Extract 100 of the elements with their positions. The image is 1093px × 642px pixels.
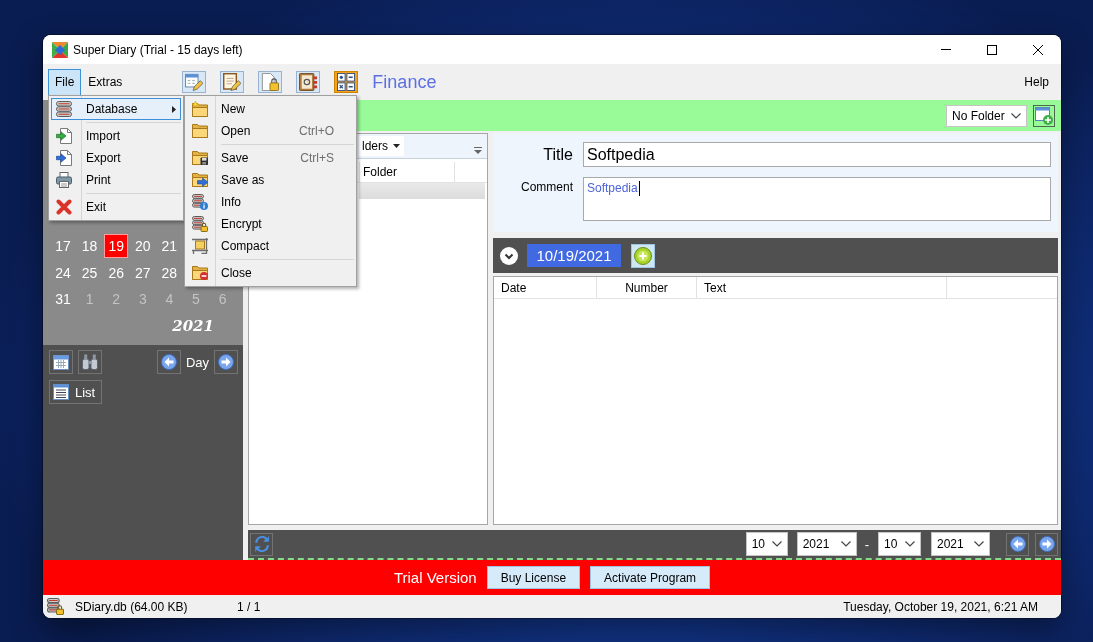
comment-label: Comment <box>520 179 573 196</box>
menu-bar-item[interactable]: Extras <box>81 68 130 96</box>
chevron-down-icon <box>771 541 782 547</box>
menu-item[interactable]: Print <box>51 169 181 191</box>
calendar-view-button[interactable] <box>49 350 73 374</box>
menu-item[interactable]: Export <box>51 147 181 169</box>
caret-down-icon <box>393 144 400 148</box>
comment-field[interactable]: Softpedia <box>583 177 1051 221</box>
record-position-text: 1 / 1 <box>237 599 261 614</box>
folder-dropdown[interactable]: No Folder <box>946 104 1027 127</box>
toolbar-button[interactable] <box>258 71 283 93</box>
chevron-down-icon <box>974 541 984 547</box>
chevron-down-icon <box>905 541 915 547</box>
calendar-day[interactable]: 19 <box>104 234 129 258</box>
year-dropdown[interactable]: 2021 <box>796 532 857 556</box>
keyboard-shortcut: Ctrl+O <box>299 124 335 138</box>
column-header[interactable]: Number <box>597 277 697 298</box>
menu-item[interactable]: Import <box>51 125 181 147</box>
grid-icon <box>337 73 356 91</box>
arrow-right-icon <box>218 354 234 370</box>
minimize-icon <box>941 49 951 50</box>
maximize-icon <box>987 44 997 55</box>
month-dropdown[interactable]: 10 <box>745 532 788 556</box>
database-lock-icon <box>47 598 64 615</box>
arrow-right-icon <box>1038 536 1055 552</box>
previous-button[interactable] <box>156 350 181 374</box>
activate-program-button[interactable]: Activate Program <box>590 566 711 589</box>
folder-arrow-icon <box>192 173 208 187</box>
menu-item[interactable]: Save Ctrl+S <box>187 147 354 169</box>
box-clamp-icon <box>192 238 208 254</box>
menu-item[interactable]: New <box>187 98 354 120</box>
category-title: Finance <box>372 71 437 93</box>
app-logo-icon <box>52 41 68 58</box>
toolbar-button[interactable] <box>220 71 245 93</box>
chevron-down-icon <box>1011 112 1021 119</box>
menu-item[interactable]: Close <box>187 262 354 284</box>
notebook-pencil-icon <box>223 73 242 91</box>
menu-item[interactable]: Compact <box>187 235 354 257</box>
calendar-icon <box>53 354 69 370</box>
chevron-circle-icon <box>500 246 518 265</box>
period-label: Day <box>185 354 209 370</box>
folder-minus-icon <box>192 266 208 280</box>
close-icon <box>1033 44 1043 55</box>
text-cursor <box>638 181 640 196</box>
menu-item[interactable]: Save as <box>187 169 354 191</box>
menu-item[interactable]: Open Ctrl+O <box>187 120 354 142</box>
caret-right-icon <box>172 105 176 113</box>
next-button[interactable] <box>1035 532 1058 556</box>
menu-item[interactable]: Info <box>187 191 354 213</box>
toolbar-button[interactable] <box>334 71 359 93</box>
list-view-button[interactable]: List <box>49 380 103 404</box>
menu-item[interactable]: Database <box>51 98 181 120</box>
previous-button[interactable] <box>1006 532 1029 556</box>
folder-star-icon <box>192 101 208 117</box>
month-dropdown[interactable]: 10 <box>878 532 921 556</box>
arrow-left-icon <box>1009 536 1026 552</box>
refresh-icon <box>254 536 269 552</box>
add-folder-button[interactable] <box>1033 104 1055 127</box>
title-field[interactable]: Softpedia <box>583 142 1051 167</box>
plus-circle-icon <box>634 246 652 265</box>
buy-license-button[interactable]: Buy License <box>486 566 581 589</box>
printer-icon <box>56 172 72 188</box>
add-entry-button[interactable] <box>631 243 655 268</box>
menu-bar-item[interactable]: File <box>48 68 82 96</box>
toolbar-button[interactable] <box>182 71 207 93</box>
date-picker[interactable]: 10/19/2021 <box>527 244 621 267</box>
list-icon <box>53 384 69 400</box>
menu-bar-item[interactable]: Help <box>1017 68 1056 96</box>
trial-label: Trial Version <box>393 569 477 586</box>
window-title: Super Diary (Trial - 15 days left) <box>73 42 244 57</box>
document-lock-icon <box>261 73 280 91</box>
next-button[interactable] <box>214 350 238 374</box>
keyboard-shortcut: Ctrl+S <box>300 151 335 165</box>
database-icon <box>56 101 72 117</box>
year-dropdown[interactable]: 2021 <box>931 532 990 556</box>
menu-item[interactable]: Encrypt <box>187 213 354 235</box>
address-book-icon <box>299 73 318 91</box>
column-header[interactable]: Folder <box>359 162 455 182</box>
expand-button[interactable] <box>500 246 518 265</box>
menu-item[interactable]: Exit <box>51 196 181 218</box>
binoculars-icon <box>82 354 98 370</box>
document-arrow-icon <box>56 128 72 144</box>
find-button[interactable] <box>78 350 102 374</box>
column-header[interactable]: Text <box>697 277 947 298</box>
file-info-text: SDiary.db (64.00 KB) <box>75 599 189 614</box>
date-time-text: Tuesday, October 19, 2021, 6:21 AM <box>843 599 1038 614</box>
folders-dropdown[interactable]: lders <box>359 136 404 156</box>
calendar-year: 2021 <box>171 317 215 336</box>
folder-icon <box>192 124 208 138</box>
toolbar-button[interactable] <box>296 71 321 93</box>
overflow-icon <box>474 147 482 154</box>
column-header[interactable]: Date <box>494 277 597 298</box>
calendar-pencil-icon <box>185 73 204 91</box>
database-info-icon <box>192 194 208 210</box>
chevron-down-icon <box>840 541 851 547</box>
database-lock-icon <box>192 216 208 232</box>
range-separator: - <box>864 536 869 552</box>
document-arrow-icon <box>56 150 72 166</box>
arrow-left-icon <box>160 354 177 370</box>
cross-icon <box>56 199 72 215</box>
